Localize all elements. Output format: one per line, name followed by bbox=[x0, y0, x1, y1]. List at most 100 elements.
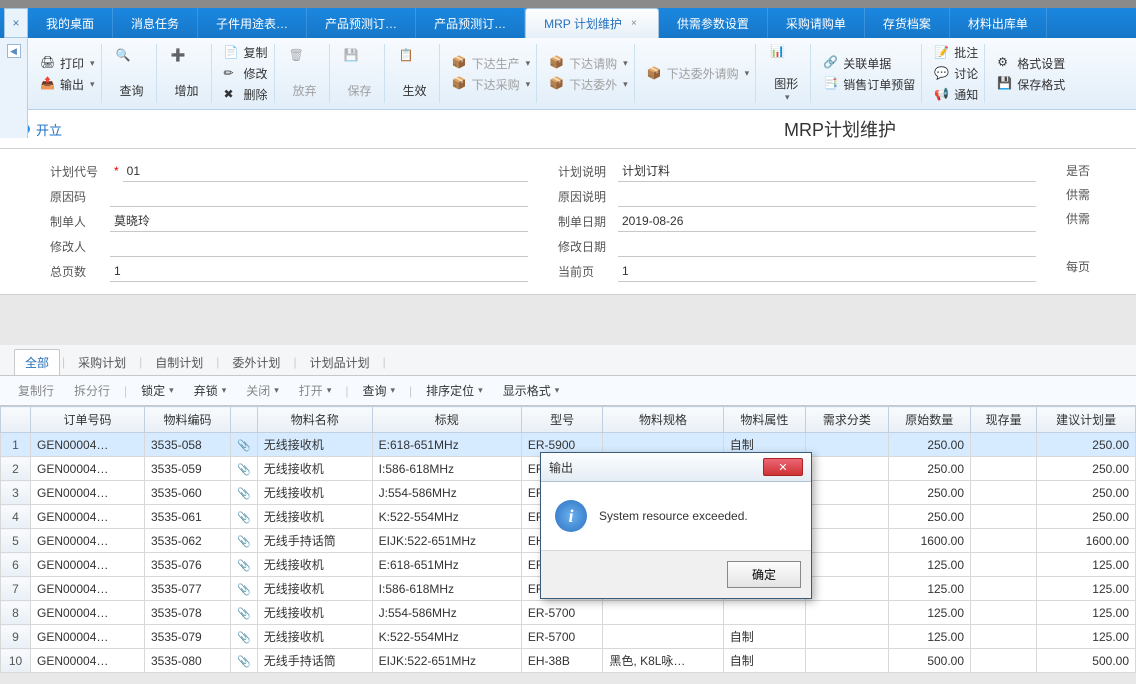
cell-matcode[interactable]: 3535-076 bbox=[145, 553, 231, 577]
format-button[interactable]: ⚙格式设置 bbox=[997, 55, 1065, 72]
attachment-icon[interactable]: 📎 bbox=[231, 577, 258, 601]
cell-matcode[interactable]: 3535-062 bbox=[145, 529, 231, 553]
cell-spec[interactable]: E:618-651MHz bbox=[372, 553, 521, 577]
cell-matcode[interactable]: 3535-061 bbox=[145, 505, 231, 529]
cell-matcode[interactable]: 3535-079 bbox=[145, 625, 231, 649]
issue-prod-button[interactable]: 📦下达生产▾ bbox=[452, 55, 531, 72]
cell-model[interactable]: ER-5700 bbox=[521, 601, 603, 625]
cell-ordno[interactable]: GEN00004… bbox=[31, 481, 145, 505]
cell-demand[interactable] bbox=[806, 649, 888, 673]
cell-origqty[interactable]: 250.00 bbox=[888, 481, 970, 505]
cell-matname[interactable]: 无线接收机 bbox=[257, 433, 372, 457]
cell-curqty[interactable] bbox=[971, 577, 1037, 601]
cell-origqty[interactable]: 125.00 bbox=[888, 625, 970, 649]
cell-matcode[interactable]: 3535-078 bbox=[145, 601, 231, 625]
table-row[interactable]: 9GEN00004…3535-079📎无线接收机K:522-554MHzER-5… bbox=[1, 625, 1136, 649]
table-row[interactable]: 10GEN00004…3535-080📎无线手持话筒EIJK:522-651MH… bbox=[1, 649, 1136, 673]
issue-outreq-button[interactable]: 📦下达委外请购▾ bbox=[647, 65, 750, 82]
cell-curqty[interactable] bbox=[971, 481, 1037, 505]
cell-curqty[interactable] bbox=[971, 529, 1037, 553]
cell-spec[interactable]: EIJK:522-651MHz bbox=[372, 529, 521, 553]
cell-curqty[interactable] bbox=[971, 433, 1037, 457]
modify-date-field[interactable] bbox=[618, 235, 1036, 257]
cell-ordno[interactable]: GEN00004… bbox=[31, 553, 145, 577]
query-button[interactable]: 🔍查询 bbox=[108, 44, 157, 103]
cell-planqty[interactable]: 250.00 bbox=[1037, 505, 1136, 529]
cell-planqty[interactable]: 500.00 bbox=[1037, 649, 1136, 673]
cell-matspec[interactable]: 黑色, K8L咏… bbox=[603, 649, 723, 673]
cell-demand[interactable] bbox=[806, 601, 888, 625]
cell-ordno[interactable]: GEN00004… bbox=[31, 625, 145, 649]
cell-matname[interactable]: 无线接收机 bbox=[257, 625, 372, 649]
discuss-button[interactable]: 💬讨论 bbox=[934, 65, 978, 82]
cur-page-field[interactable]: 1 bbox=[618, 260, 1036, 282]
cell-matname[interactable]: 无线接收机 bbox=[257, 553, 372, 577]
cell-planqty[interactable]: 125.00 bbox=[1037, 577, 1136, 601]
attachment-icon[interactable]: 📎 bbox=[231, 481, 258, 505]
cell-matname[interactable]: 无线接收机 bbox=[257, 601, 372, 625]
main-tab-9[interactable]: 材料出库单 bbox=[950, 8, 1047, 38]
col-ordno[interactable]: 订单号码 bbox=[31, 407, 145, 433]
reason-code-field[interactable] bbox=[110, 185, 528, 207]
plan-desc-field[interactable]: 计划订料 bbox=[618, 160, 1036, 182]
open-button[interactable]: 打开▾ bbox=[293, 380, 338, 401]
cell-planqty[interactable]: 125.00 bbox=[1037, 553, 1136, 577]
cell-demand[interactable] bbox=[806, 625, 888, 649]
subtab-purchase[interactable]: 采购计划 bbox=[67, 349, 137, 375]
cell-spec[interactable]: K:522-554MHz bbox=[372, 505, 521, 529]
main-tab-5[interactable]: MRP 计划维护× bbox=[525, 8, 659, 38]
cell-model[interactable]: ER-5700 bbox=[521, 625, 603, 649]
col-demand[interactable]: 需求分类 bbox=[806, 407, 888, 433]
cell-curqty[interactable] bbox=[971, 553, 1037, 577]
cell-spec[interactable]: J:554-586MHz bbox=[372, 601, 521, 625]
cell-curqty[interactable] bbox=[971, 625, 1037, 649]
approve-button[interactable]: 📝批注 bbox=[934, 44, 978, 61]
dialog-close-button[interactable]: ✕ bbox=[763, 458, 803, 476]
cell-origqty[interactable]: 1600.00 bbox=[888, 529, 970, 553]
cell-curqty[interactable] bbox=[971, 649, 1037, 673]
cell-demand[interactable] bbox=[806, 505, 888, 529]
lock-button[interactable]: 锁定▾ bbox=[135, 380, 180, 401]
dialog-ok-button[interactable]: 确定 bbox=[727, 561, 801, 588]
modifier-field[interactable] bbox=[110, 235, 528, 257]
cell-ordno[interactable]: GEN00004… bbox=[31, 529, 145, 553]
make-date-field[interactable]: 2019-08-26 bbox=[618, 210, 1036, 232]
related-button[interactable]: 🔗关联单据 bbox=[823, 55, 915, 72]
cell-origqty[interactable]: 125.00 bbox=[888, 553, 970, 577]
subtab-selfmake[interactable]: 自制计划 bbox=[144, 349, 214, 375]
effect-button[interactable]: 📋生效 bbox=[391, 44, 440, 103]
cell-ordno[interactable]: GEN00004… bbox=[31, 649, 145, 673]
cell-matspec[interactable] bbox=[603, 601, 723, 625]
attachment-icon[interactable]: 📎 bbox=[231, 625, 258, 649]
unlock-button[interactable]: 弃锁▾ bbox=[188, 380, 233, 401]
col-model[interactable]: 型号 bbox=[521, 407, 603, 433]
cell-demand[interactable] bbox=[806, 553, 888, 577]
cell-matcode[interactable]: 3535-058 bbox=[145, 433, 231, 457]
col-origqty[interactable]: 原始数量 bbox=[888, 407, 970, 433]
add-button[interactable]: ➕增加 bbox=[163, 44, 212, 103]
cell-demand[interactable] bbox=[806, 433, 888, 457]
attachment-icon[interactable]: 📎 bbox=[231, 529, 258, 553]
close-button[interactable]: 关闭▾ bbox=[240, 380, 285, 401]
col-curqty[interactable]: 现存量 bbox=[971, 407, 1037, 433]
main-tab-8[interactable]: 存货档案 bbox=[865, 8, 950, 38]
main-tab-1[interactable]: 消息任务 bbox=[113, 8, 198, 38]
cell-spec[interactable]: EIJK:522-651MHz bbox=[372, 649, 521, 673]
issue-out-button[interactable]: 📦下达委外▾ bbox=[549, 76, 628, 93]
output-button[interactable]: 📤输出▾ bbox=[40, 76, 95, 93]
cell-origqty[interactable]: 125.00 bbox=[888, 601, 970, 625]
grid-query-button[interactable]: 查询▾ bbox=[356, 380, 401, 401]
main-tab-7[interactable]: 采购请购单 bbox=[768, 8, 865, 38]
graph-button[interactable]: 📊图形▾ bbox=[762, 44, 811, 103]
main-tab-0[interactable]: 我的桌面 bbox=[28, 8, 113, 38]
gutter-toggle[interactable]: ◀ bbox=[7, 44, 21, 58]
attachment-icon[interactable]: 📎 bbox=[231, 649, 258, 673]
save-format-button[interactable]: 💾保存格式 bbox=[997, 76, 1065, 93]
display-button[interactable]: 显示格式▾ bbox=[497, 380, 566, 401]
cell-model[interactable]: EH-38B bbox=[521, 649, 603, 673]
save-button[interactable]: 💾保存 bbox=[336, 44, 385, 103]
col-spec[interactable]: 标规 bbox=[372, 407, 521, 433]
cell-matcode[interactable]: 3535-077 bbox=[145, 577, 231, 601]
attachment-icon[interactable]: 📎 bbox=[231, 433, 258, 457]
cell-planqty[interactable]: 125.00 bbox=[1037, 625, 1136, 649]
